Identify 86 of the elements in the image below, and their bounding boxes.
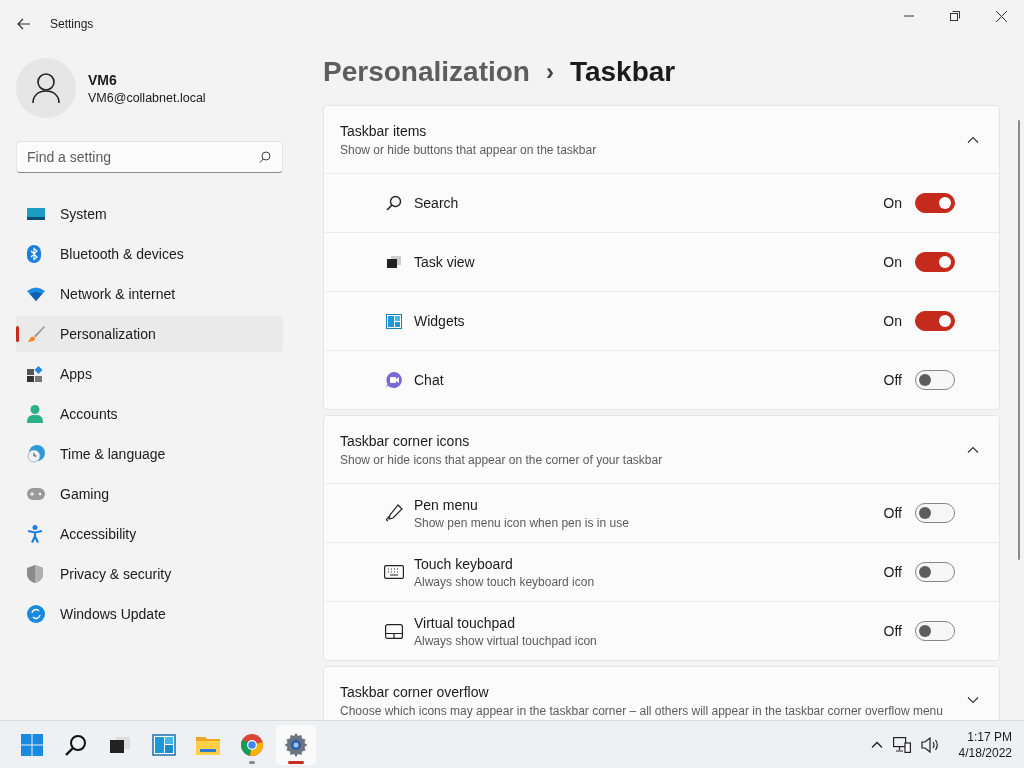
setting-description: Always show touch keyboard icon — [414, 574, 596, 589]
section-description: Show or hide icons that appear on the corner of your taskbar — [340, 452, 664, 467]
user-name: VM6 — [88, 71, 118, 88]
shield-icon — [27, 565, 45, 583]
page-title: Taskbar — [569, 56, 676, 88]
user-email: VM6@collabnet.local — [88, 90, 206, 105]
toggle-status: On — [883, 313, 902, 329]
chevron-up-icon[interactable] — [870, 741, 883, 748]
gamepad-icon — [27, 488, 45, 500]
section-description: Show or hide buttons that appear on the taskbar — [340, 142, 598, 157]
setting-label: Touch keyboard — [414, 555, 514, 572]
breadcrumb-parent[interactable]: Personalization — [323, 56, 530, 88]
widgets-icon[interactable] — [152, 733, 176, 756]
toggle-status: On — [883, 195, 902, 211]
gear-icon[interactable] — [284, 732, 308, 757]
nav-item[interactable]: Time & language — [16, 436, 283, 472]
brush-icon — [27, 325, 45, 343]
taskbar-button[interactable] — [276, 724, 316, 765]
nav-item[interactable]: System — [16, 196, 283, 232]
accessibility-icon — [27, 525, 45, 543]
setting-description: Show pen menu icon when pen is in use — [414, 515, 630, 530]
toggle-status: Off — [883, 564, 902, 580]
toggle-status: Off — [883, 623, 902, 639]
restore-icon — [950, 11, 960, 21]
setting-label: Virtual touchpad — [414, 614, 516, 631]
section-description: Choose which icons may appear in the taskbar corner – all others will appear in the taskbar corner overflow menu — [340, 703, 944, 718]
search-icon — [259, 151, 271, 163]
setting-label: Chat — [414, 372, 445, 388]
setting-label: Task view — [414, 254, 476, 270]
toggle-status: Off — [883, 372, 902, 388]
nav-item[interactable]: Apps — [16, 356, 283, 392]
nav-item[interactable]: Gaming — [16, 476, 283, 512]
toggle-switch[interactable] — [915, 252, 955, 272]
search-icon — [386, 195, 402, 211]
pen-icon — [385, 504, 403, 522]
scrollbar[interactable] — [1018, 120, 1020, 560]
setting-label: Pen menu — [414, 496, 479, 513]
toggle-switch[interactable] — [915, 370, 955, 390]
toggle-status: Off — [883, 505, 902, 521]
toggle-switch[interactable] — [915, 621, 955, 641]
apps-icon — [27, 366, 45, 382]
close-icon — [995, 10, 1007, 22]
section-title: Taskbar items — [340, 122, 428, 139]
nav-item[interactable]: Accounts — [16, 396, 283, 432]
toggle-switch[interactable] — [915, 311, 955, 331]
chrome-icon[interactable] — [241, 733, 263, 756]
setting-label: Widgets — [414, 313, 466, 329]
windows-logo-icon[interactable] — [21, 733, 43, 756]
setting-description: Always show virtual touchpad icon — [414, 633, 598, 648]
nav-item[interactable]: Bluetooth & devices — [16, 236, 283, 272]
touchpad-icon — [385, 623, 403, 639]
nav-item[interactable]: Privacy & security — [16, 556, 283, 592]
wifi-icon — [27, 287, 45, 301]
search-field[interactable]: Find a setting — [16, 141, 283, 173]
globe-clock-icon — [27, 445, 45, 463]
search-icon[interactable] — [65, 733, 87, 756]
network-icon[interactable] — [892, 736, 911, 753]
nav-item[interactable]: Personalization — [16, 316, 283, 352]
nav-item[interactable]: Accessibility — [16, 516, 283, 552]
volume-icon[interactable] — [920, 736, 939, 753]
toggle-switch[interactable] — [915, 562, 955, 582]
chevron-down-icon[interactable] — [967, 697, 979, 704]
task-view-icon[interactable] — [110, 736, 130, 753]
nav-item[interactable]: Network & internet — [16, 276, 283, 312]
toggle-status: On — [883, 254, 902, 270]
folder-icon[interactable] — [196, 734, 220, 755]
breadcrumb-separator: › — [545, 58, 554, 86]
monitor-icon — [27, 207, 45, 221]
toggle-switch[interactable] — [915, 503, 955, 523]
keyboard-icon — [384, 565, 404, 579]
setting-label: Search — [414, 195, 460, 211]
clock-time[interactable]: 1:17 PM — [967, 729, 1012, 744]
task-view-icon — [387, 256, 401, 268]
person-icon — [27, 405, 45, 423]
chevron-up-icon[interactable] — [967, 136, 979, 143]
chat-icon — [386, 372, 402, 388]
chevron-up-icon[interactable] — [967, 446, 979, 453]
clock-date[interactable]: 4/18/2022 — [958, 745, 1012, 760]
update-icon — [27, 605, 45, 623]
section-title: Taskbar corner icons — [340, 432, 471, 449]
back-arrow-icon[interactable] — [17, 18, 31, 30]
widgets-icon — [386, 313, 402, 329]
toggle-switch[interactable] — [915, 193, 955, 213]
section-title: Taskbar corner overflow — [340, 683, 490, 700]
window-title: Settings — [50, 17, 94, 31]
nav-item[interactable]: Windows Update — [16, 596, 283, 632]
